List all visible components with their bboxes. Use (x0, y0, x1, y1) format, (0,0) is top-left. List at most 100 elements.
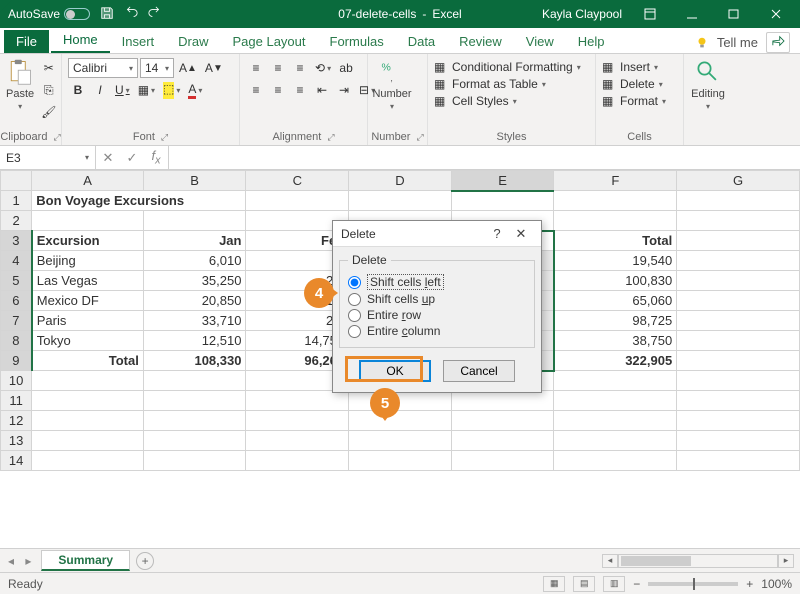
col-header[interactable]: G (677, 171, 800, 191)
cell[interactable] (677, 231, 800, 251)
cell[interactable] (451, 391, 554, 411)
underline-button[interactable]: U (112, 80, 133, 100)
align-center-icon[interactable]: ≡ (268, 80, 288, 100)
row-header[interactable]: 6 (1, 291, 32, 311)
cell[interactable] (246, 391, 349, 411)
indent-inc-icon[interactable]: ⇥ (334, 80, 354, 100)
dialog-option[interactable]: Entire row (348, 307, 526, 323)
row-header[interactable]: 8 (1, 331, 32, 351)
align-left-icon[interactable]: ≡ (246, 80, 266, 100)
hscroll-right-icon[interactable]: ▸ (778, 554, 794, 568)
cell[interactable]: 6,010 (143, 251, 246, 271)
cell[interactable] (677, 291, 800, 311)
borders-icon[interactable]: ▦ (135, 80, 158, 100)
paste-button[interactable]: Paste ▾ (6, 58, 34, 111)
cell[interactable] (451, 411, 554, 431)
cell[interactable] (349, 431, 452, 451)
page-break-view-icon[interactable]: ▥ (603, 576, 625, 592)
cell[interactable] (143, 211, 246, 231)
tab-help[interactable]: Help (566, 30, 617, 53)
col-header[interactable]: F (554, 171, 677, 191)
cell[interactable] (143, 371, 246, 391)
zoom-slider[interactable] (648, 582, 738, 586)
hscrollbar[interactable] (618, 554, 778, 568)
italic-button[interactable]: I (90, 80, 110, 100)
cell[interactable] (143, 411, 246, 431)
cell[interactable]: Excursion (32, 231, 144, 251)
cell[interactable] (677, 191, 800, 211)
row-header[interactable]: 12 (1, 411, 32, 431)
cell[interactable]: 65,060 (554, 291, 677, 311)
cell[interactable]: 322,905 (554, 351, 677, 371)
cell[interactable] (677, 451, 800, 471)
ribbon-options-icon[interactable] (630, 0, 670, 28)
close-icon[interactable] (756, 0, 796, 28)
format-as-table-button[interactable]: ▦Format as Table▾ (434, 77, 546, 91)
row-header[interactable]: 1 (1, 191, 32, 211)
font-launcher-icon[interactable]: ⤢ (161, 132, 168, 143)
col-header[interactable]: D (349, 171, 452, 191)
toggle-switch-icon[interactable] (64, 8, 90, 20)
row-header[interactable]: 10 (1, 371, 32, 391)
col-header[interactable]: B (143, 171, 246, 191)
cell[interactable] (32, 211, 144, 231)
cell-styles-button[interactable]: ▦Cell Styles▾ (434, 94, 517, 108)
clipboard-launcher-icon[interactable]: ⤢ (53, 132, 60, 143)
cell[interactable] (677, 411, 800, 431)
row-header[interactable]: 11 (1, 391, 32, 411)
cell[interactable] (554, 191, 677, 211)
tab-draw[interactable]: Draw (166, 30, 220, 53)
tab-home[interactable]: Home (51, 28, 110, 53)
cell[interactable] (32, 411, 144, 431)
number-format-button[interactable]: %, Number▾ (374, 58, 410, 111)
name-box[interactable]: E3▾ (0, 146, 96, 169)
radio-icon[interactable] (348, 276, 361, 289)
align-top-icon[interactable]: ≡ (246, 58, 266, 78)
cell[interactable] (246, 431, 349, 451)
user-name[interactable]: Kayla Claypool (542, 7, 622, 21)
cell[interactable] (677, 331, 800, 351)
cell[interactable] (143, 431, 246, 451)
tab-insert[interactable]: Insert (110, 30, 167, 53)
cell[interactable]: Beijing (32, 251, 144, 271)
cell[interactable]: Total (554, 231, 677, 251)
cell[interactable]: 35,250 (143, 271, 246, 291)
cell[interactable] (32, 371, 144, 391)
cell[interactable] (143, 391, 246, 411)
indent-dec-icon[interactable]: ⇤ (312, 80, 332, 100)
cell[interactable] (677, 431, 800, 451)
cell[interactable]: Paris (32, 311, 144, 331)
cell[interactable] (246, 191, 349, 211)
cell[interactable]: 98,725 (554, 311, 677, 331)
tab-file[interactable]: File (4, 30, 49, 53)
increase-font-icon[interactable]: A▲ (176, 58, 200, 78)
hscroll-left-icon[interactable]: ◂ (602, 554, 618, 568)
radio-icon[interactable] (348, 325, 361, 338)
insert-function-icon[interactable]: fx (144, 148, 168, 167)
cell[interactable]: 33,710 (143, 311, 246, 331)
dialog-option[interactable]: Entire column (348, 323, 526, 339)
sheet-tab-summary[interactable]: Summary (41, 550, 130, 571)
row-header[interactable]: 3 (1, 231, 32, 251)
cell[interactable] (349, 391, 452, 411)
formula-input[interactable] (169, 146, 800, 169)
cell[interactable]: Jan (143, 231, 246, 251)
row-header[interactable]: 5 (1, 271, 32, 291)
editing-button[interactable]: Editing▾ (690, 58, 726, 111)
align-bottom-icon[interactable]: ≡ (290, 58, 310, 78)
cell[interactable]: 100,830 (554, 271, 677, 291)
col-header[interactable]: E (451, 171, 554, 191)
copy-icon[interactable]: ⎘ (38, 80, 59, 100)
cell[interactable]: 19,540 (554, 251, 677, 271)
cell[interactable] (349, 451, 452, 471)
cell[interactable] (349, 191, 452, 211)
number-launcher-icon[interactable]: ⤢ (416, 132, 423, 143)
normal-view-icon[interactable]: ▦ (543, 576, 565, 592)
cell[interactable] (32, 431, 144, 451)
page-layout-view-icon[interactable]: ▤ (573, 576, 595, 592)
autosave-toggle[interactable]: AutoSave (8, 7, 90, 21)
tab-data[interactable]: Data (396, 30, 447, 53)
maximize-icon[interactable] (714, 0, 754, 28)
row-header[interactable]: 7 (1, 311, 32, 331)
dialog-option[interactable]: Shift cells left (348, 273, 526, 291)
